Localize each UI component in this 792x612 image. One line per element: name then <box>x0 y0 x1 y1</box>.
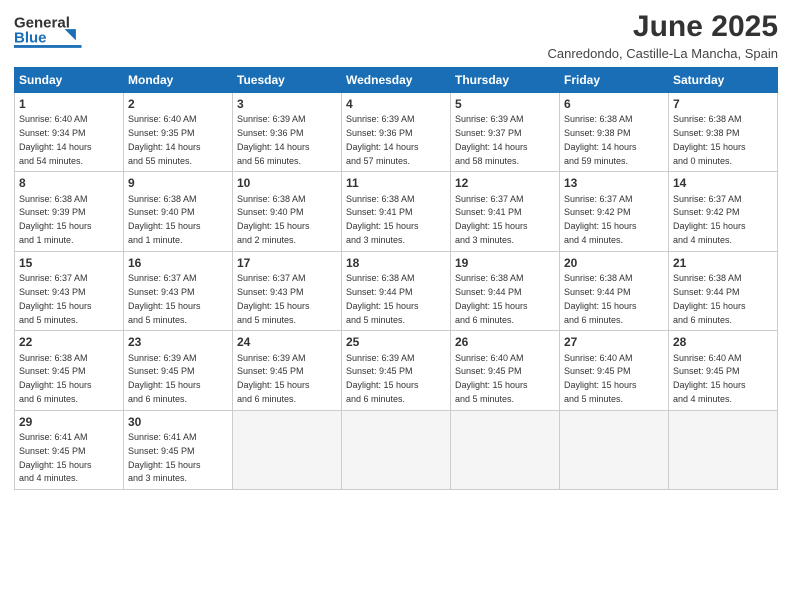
day-9: 9Sunrise: 6:38 AMSunset: 9:40 PMDaylight… <box>124 172 233 251</box>
col-monday: Monday <box>124 68 233 93</box>
day-13: 13Sunrise: 6:37 AMSunset: 9:42 PMDayligh… <box>560 172 669 251</box>
day-25: 25Sunrise: 6:39 AMSunset: 9:45 PMDayligh… <box>342 331 451 410</box>
day-27: 27Sunrise: 6:40 AMSunset: 9:45 PMDayligh… <box>560 331 669 410</box>
day-24: 24Sunrise: 6:39 AMSunset: 9:45 PMDayligh… <box>233 331 342 410</box>
col-wednesday: Wednesday <box>342 68 451 93</box>
day-empty <box>451 410 560 489</box>
day-15: 15Sunrise: 6:37 AMSunset: 9:43 PMDayligh… <box>15 251 124 330</box>
page: General Blue June 2025 Canredondo, Casti… <box>0 0 792 612</box>
day-23: 23Sunrise: 6:39 AMSunset: 9:45 PMDayligh… <box>124 331 233 410</box>
svg-text:Blue: Blue <box>14 29 47 46</box>
day-6: 6Sunrise: 6:38 AMSunset: 9:38 PMDaylight… <box>560 93 669 172</box>
day-1: 1Sunrise: 6:40 AMSunset: 9:34 PMDaylight… <box>15 93 124 172</box>
logo: General Blue <box>14 10 89 52</box>
day-10: 10Sunrise: 6:38 AMSunset: 9:40 PMDayligh… <box>233 172 342 251</box>
day-17: 17Sunrise: 6:37 AMSunset: 9:43 PMDayligh… <box>233 251 342 330</box>
day-26: 26Sunrise: 6:40 AMSunset: 9:45 PMDayligh… <box>451 331 560 410</box>
logo-svg: General Blue <box>14 10 89 52</box>
day-empty <box>342 410 451 489</box>
day-empty <box>560 410 669 489</box>
day-empty <box>233 410 342 489</box>
subtitle: Canredondo, Castille-La Mancha, Spain <box>547 46 778 61</box>
day-14: 14Sunrise: 6:37 AMSunset: 9:42 PMDayligh… <box>669 172 778 251</box>
day-12: 12Sunrise: 6:37 AMSunset: 9:41 PMDayligh… <box>451 172 560 251</box>
header: General Blue June 2025 Canredondo, Casti… <box>14 10 778 61</box>
col-saturday: Saturday <box>669 68 778 93</box>
calendar: Sunday Monday Tuesday Wednesday Thursday… <box>14 67 778 490</box>
col-friday: Friday <box>560 68 669 93</box>
day-20: 20Sunrise: 6:38 AMSunset: 9:44 PMDayligh… <box>560 251 669 330</box>
month-title: June 2025 <box>547 10 778 44</box>
day-7: 7Sunrise: 6:38 AMSunset: 9:38 PMDaylight… <box>669 93 778 172</box>
day-3: 3Sunrise: 6:39 AMSunset: 9:36 PMDaylight… <box>233 93 342 172</box>
day-22: 22Sunrise: 6:38 AMSunset: 9:45 PMDayligh… <box>15 331 124 410</box>
day-28: 28Sunrise: 6:40 AMSunset: 9:45 PMDayligh… <box>669 331 778 410</box>
col-thursday: Thursday <box>451 68 560 93</box>
day-18: 18Sunrise: 6:38 AMSunset: 9:44 PMDayligh… <box>342 251 451 330</box>
day-5: 5Sunrise: 6:39 AMSunset: 9:37 PMDaylight… <box>451 93 560 172</box>
day-4: 4Sunrise: 6:39 AMSunset: 9:36 PMDaylight… <box>342 93 451 172</box>
day-29: 29Sunrise: 6:41 AMSunset: 9:45 PMDayligh… <box>15 410 124 489</box>
day-empty <box>669 410 778 489</box>
col-sunday: Sunday <box>15 68 124 93</box>
day-30: 30Sunrise: 6:41 AMSunset: 9:45 PMDayligh… <box>124 410 233 489</box>
title-block: June 2025 Canredondo, Castille-La Mancha… <box>547 10 778 61</box>
day-11: 11Sunrise: 6:38 AMSunset: 9:41 PMDayligh… <box>342 172 451 251</box>
day-16: 16Sunrise: 6:37 AMSunset: 9:43 PMDayligh… <box>124 251 233 330</box>
col-tuesday: Tuesday <box>233 68 342 93</box>
day-8: 8Sunrise: 6:38 AMSunset: 9:39 PMDaylight… <box>15 172 124 251</box>
day-19: 19Sunrise: 6:38 AMSunset: 9:44 PMDayligh… <box>451 251 560 330</box>
day-2: 2Sunrise: 6:40 AMSunset: 9:35 PMDaylight… <box>124 93 233 172</box>
day-21: 21Sunrise: 6:38 AMSunset: 9:44 PMDayligh… <box>669 251 778 330</box>
